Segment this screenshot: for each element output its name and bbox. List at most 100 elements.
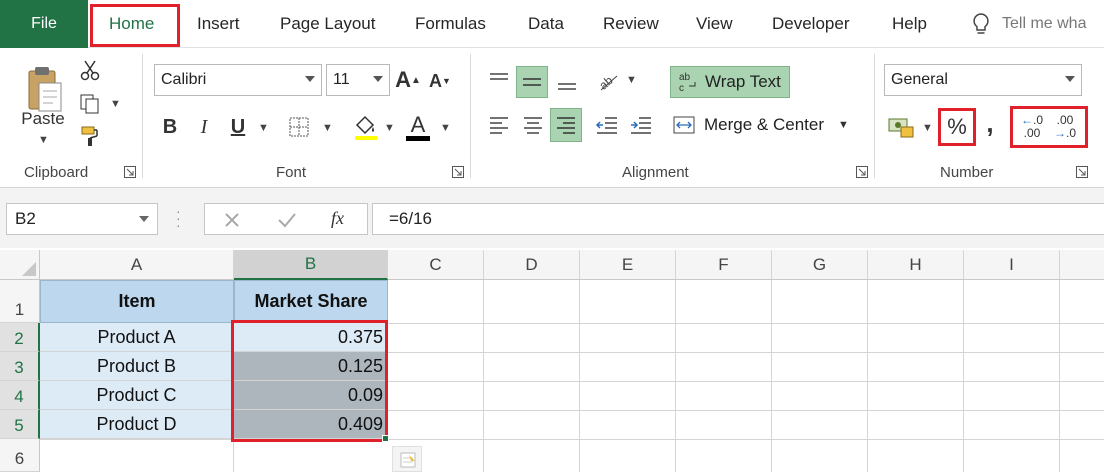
- number-format-combo[interactable]: General: [884, 64, 1082, 96]
- increase-indent-icon[interactable]: [626, 110, 656, 140]
- row-header-1[interactable]: 1: [0, 280, 40, 323]
- grid-line: [388, 381, 1104, 382]
- align-left-icon: [490, 117, 508, 134]
- merge-center-label: Merge & Center: [704, 115, 824, 134]
- align-top-button[interactable]: [484, 66, 514, 96]
- tab-formulas[interactable]: Formulas: [415, 0, 486, 48]
- tab-developer[interactable]: Developer: [772, 0, 850, 48]
- percent-highlight: [938, 108, 976, 146]
- cell-a2[interactable]: Product A: [40, 323, 234, 352]
- tab-review[interactable]: Review: [603, 0, 659, 48]
- column-header-e[interactable]: E: [580, 250, 676, 280]
- copy-icon[interactable]: [78, 92, 102, 116]
- tab-file[interactable]: File: [0, 0, 88, 48]
- font-size-combo[interactable]: 11: [326, 64, 390, 96]
- cut-icon[interactable]: [78, 58, 102, 82]
- accounting-dropdown-icon[interactable]: ▼: [922, 122, 933, 134]
- column-header-f[interactable]: F: [676, 250, 772, 280]
- enter-check-icon[interactable]: [277, 211, 297, 229]
- accounting-format-icon[interactable]: [886, 112, 916, 142]
- svg-text:ab: ab: [679, 72, 691, 83]
- font-name-combo[interactable]: Calibri: [154, 64, 322, 96]
- cancel-icon[interactable]: [223, 211, 241, 229]
- underline-button[interactable]: U: [226, 112, 250, 142]
- column-header-c[interactable]: C: [388, 250, 484, 280]
- cell-a5[interactable]: Product D: [40, 410, 234, 439]
- name-box-value: B2: [15, 209, 36, 228]
- select-all-corner[interactable]: [0, 250, 40, 280]
- font-color-dropdown-icon[interactable]: ▼: [440, 122, 451, 134]
- paste-dropdown-icon[interactable]: ▼: [38, 134, 49, 146]
- formula-input[interactable]: =6/16: [372, 203, 1104, 235]
- fill-handle[interactable]: [382, 435, 389, 442]
- borders-dropdown-icon[interactable]: ▼: [322, 122, 333, 134]
- align-bottom-button[interactable]: [552, 66, 582, 96]
- column-header-h[interactable]: H: [868, 250, 964, 280]
- tab-data[interactable]: Data: [528, 0, 564, 48]
- insert-function-icon[interactable]: fx: [331, 208, 344, 229]
- lightbulb-icon: [973, 13, 989, 34]
- align-right-button[interactable]: [550, 108, 582, 142]
- tab-page-layout[interactable]: Page Layout: [280, 0, 375, 48]
- worksheet-grid: A B C D E F G H I 1 2 3 4 5 6 Item Marke…: [0, 248, 1104, 472]
- row-header-3[interactable]: 3: [0, 352, 40, 381]
- align-left-button[interactable]: [484, 110, 514, 140]
- shrink-font-icon: A: [429, 70, 443, 91]
- underline-dropdown-icon[interactable]: ▼: [258, 122, 269, 134]
- align-middle-button[interactable]: [516, 66, 548, 98]
- fill-color-icon[interactable]: [352, 112, 380, 142]
- clipboard-group-label: Clipboard: [24, 164, 89, 181]
- selection-highlight: [231, 320, 388, 442]
- align-middle-icon: [523, 78, 541, 86]
- orientation-dropdown-icon[interactable]: ▼: [626, 74, 637, 86]
- drag-handle-icon[interactable]: · · ·: [176, 204, 181, 232]
- increase-font-size-button[interactable]: A ▲: [395, 66, 421, 94]
- row-header-5[interactable]: 5: [0, 410, 40, 439]
- row-header-6[interactable]: 6: [0, 439, 40, 472]
- row-header-4[interactable]: 4: [0, 381, 40, 410]
- row-header-2[interactable]: 2: [0, 323, 40, 352]
- italic-button[interactable]: I: [192, 112, 216, 142]
- paste-label: Paste: [21, 109, 65, 128]
- grid-line: [233, 439, 234, 472]
- font-color-icon: A: [410, 111, 426, 137]
- wrap-text-button[interactable]: ab c Wrap Text: [670, 66, 790, 98]
- column-header-a[interactable]: A: [40, 250, 234, 280]
- copy-dropdown-icon[interactable]: ▼: [110, 98, 121, 110]
- quick-analysis-button[interactable]: [392, 446, 422, 472]
- align-top-icon: [490, 73, 508, 80]
- name-box[interactable]: B2: [6, 203, 158, 235]
- tell-me-search[interactable]: Tell me wha: [972, 0, 1086, 48]
- bold-button[interactable]: B: [158, 112, 182, 142]
- column-header-i[interactable]: I: [964, 250, 1060, 280]
- font-color-button[interactable]: A: [404, 110, 432, 142]
- dialog-launcher-icon[interactable]: [452, 166, 464, 178]
- dialog-launcher-icon[interactable]: [1076, 166, 1088, 178]
- cell-b1[interactable]: Market Share: [234, 280, 388, 323]
- decrease-indent-icon[interactable]: [592, 110, 622, 140]
- merge-center-button[interactable]: Merge & Center ▼: [672, 110, 862, 140]
- orientation-icon[interactable]: ab: [594, 66, 624, 96]
- cell-a3[interactable]: Product B: [40, 352, 234, 381]
- chevron-down-icon: ▼: [838, 119, 849, 131]
- tab-insert[interactable]: Insert: [197, 0, 240, 48]
- tell-me-text: Tell me wha: [1002, 15, 1087, 32]
- decrease-font-size-button[interactable]: A ▼: [428, 68, 452, 94]
- comma-style-button[interactable]: ,: [980, 108, 1000, 138]
- column-header-j[interactable]: [1060, 250, 1104, 280]
- cell-a4[interactable]: Product C: [40, 381, 234, 410]
- borders-icon[interactable]: [286, 114, 312, 140]
- column-header-b[interactable]: B: [234, 250, 388, 280]
- column-header-d[interactable]: D: [484, 250, 580, 280]
- dialog-launcher-icon[interactable]: [124, 166, 136, 178]
- chevron-down-icon: [139, 216, 149, 222]
- format-painter-icon[interactable]: [78, 124, 102, 148]
- cell-a1[interactable]: Item: [40, 280, 234, 323]
- tab-view[interactable]: View: [696, 0, 733, 48]
- fill-color-dropdown-icon[interactable]: ▼: [384, 122, 395, 134]
- tab-help[interactable]: Help: [892, 0, 927, 48]
- dialog-launcher-icon[interactable]: [856, 166, 868, 178]
- align-center-button[interactable]: [518, 110, 548, 140]
- ribbon-tab-bar: File Home Insert Page Layout Formulas Da…: [0, 0, 1104, 48]
- column-header-g[interactable]: G: [772, 250, 868, 280]
